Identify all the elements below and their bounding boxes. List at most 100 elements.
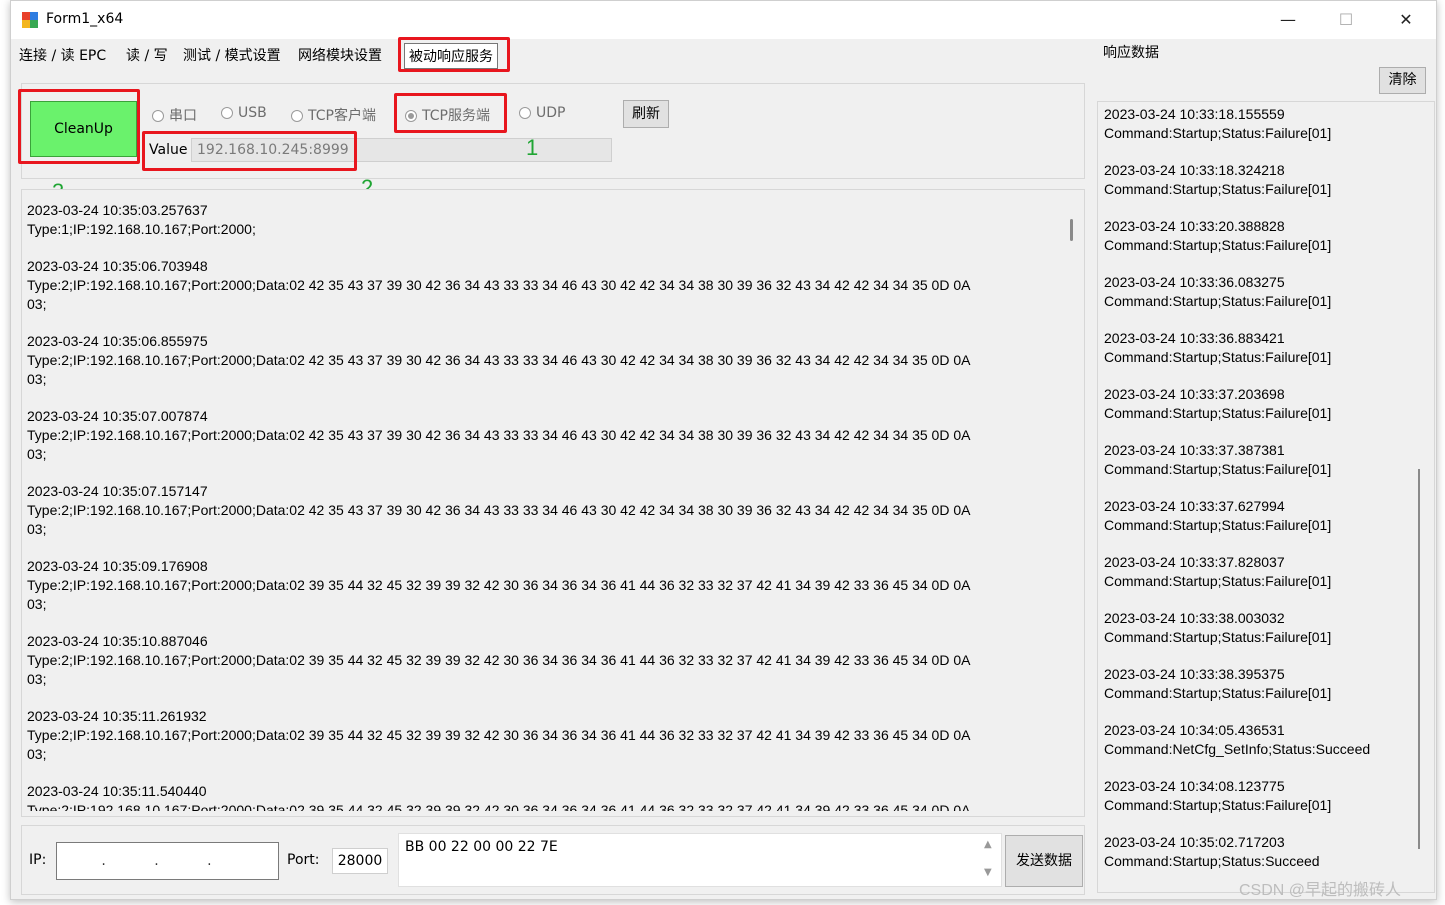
main-window: Form1_x64 — ☐ ✕ 连接 / 读 EPC 读 / 写 测试 / 模式… xyxy=(10,0,1437,900)
radio-dot-icon xyxy=(291,110,303,122)
radio-dot-icon xyxy=(152,110,164,122)
highlight-cleanup xyxy=(18,89,140,164)
response-item-text: Command:Startup;Status:Failure[01] xyxy=(1104,629,1332,645)
response-item: 2023-03-24 10:33:38.395375 Command:Startu… xyxy=(1104,665,1416,703)
radio-dot-icon xyxy=(519,107,531,119)
response-item: 2023-03-24 10:33:36.883421 Command:Startu… xyxy=(1104,329,1416,367)
log-entry-body: Type:2;IP:192.168.10.167;Port:2000;Data:… xyxy=(27,427,971,462)
response-item-text: Command:Startup;Status:Failure[01] xyxy=(1104,573,1332,589)
response-item: 2023-03-24 10:33:37.203698 Command:Startu… xyxy=(1104,385,1416,423)
log-entry: 2023-03-24 10:35:06.855975 Type:2;IP:192.… xyxy=(27,332,1062,389)
highlight-tcp-server xyxy=(394,93,507,133)
maximize-button[interactable]: ☐ xyxy=(1317,1,1375,39)
tab-read-write[interactable]: 读 / 写 xyxy=(126,45,168,65)
radio-dot-icon xyxy=(221,107,233,119)
response-item: 2023-03-24 10:35:02.717203 Command:Startu… xyxy=(1104,833,1416,871)
response-scrollbar-thumb[interactable] xyxy=(1418,469,1420,849)
log-entry-body: Type:2;IP:192.168.10.167;Port:2000;Data:… xyxy=(27,802,971,811)
response-item-time: 2023-03-24 10:33:37.387381 xyxy=(1104,442,1285,458)
radio-tcp-client[interactable]: TCP客户端 xyxy=(291,105,376,125)
response-item: 2023-03-24 10:33:37.627994 Command:Startu… xyxy=(1104,497,1416,535)
log-entry-time: 2023-03-24 10:35:11.261932 xyxy=(27,708,207,724)
ip-input[interactable]: . . . xyxy=(56,842,279,880)
log-entry: 2023-03-24 10:35:10.887046 Type:2;IP:192.… xyxy=(27,632,1062,689)
response-item-time: 2023-03-24 10:33:36.083275 xyxy=(1104,274,1285,290)
send-button[interactable]: 发送数据 xyxy=(1005,835,1083,887)
response-item-time: 2023-03-24 10:34:08.123775 xyxy=(1104,778,1285,794)
response-item: 2023-03-24 10:34:05.436531 Command:NetCfg… xyxy=(1104,721,1416,759)
log-entry-time: 2023-03-24 10:35:07.157147 xyxy=(27,483,208,499)
log-entry: 2023-03-24 10:35:07.007874 Type:2;IP:192.… xyxy=(27,407,1062,464)
response-item-text: Command:Startup;Status:Failure[01] xyxy=(1104,461,1332,477)
response-item-time: 2023-03-24 10:33:36.883421 xyxy=(1104,330,1285,346)
log-entry-body: Type:2;IP:192.168.10.167;Port:2000;Data:… xyxy=(27,727,971,762)
title-bar: Form1_x64 — ☐ ✕ xyxy=(11,1,1436,39)
minimize-button[interactable]: — xyxy=(1259,1,1317,39)
response-item-time: 2023-03-24 10:34:05.436531 xyxy=(1104,722,1285,738)
log-entry-body: Type:2;IP:192.168.10.167;Port:2000;Data:… xyxy=(27,502,971,537)
response-item-time: 2023-03-24 10:33:37.828037 xyxy=(1104,554,1285,570)
log-entry-time: 2023-03-24 10:35:10.887046 xyxy=(27,633,208,649)
response-title: 响应数据 xyxy=(1103,45,1159,61)
response-item: 2023-03-24 10:34:08.123775 Command:Startu… xyxy=(1104,777,1416,815)
response-item: 2023-03-24 10:33:37.828037 Command:Startu… xyxy=(1104,553,1416,591)
response-item-text: Command:Startup;Status:Failure[01] xyxy=(1104,685,1332,701)
response-item: 2023-03-24 10:33:18.324218 Command:Startu… xyxy=(1104,161,1416,199)
response-item: 2023-03-24 10:33:36.083275 Command:Startu… xyxy=(1104,273,1416,311)
log-scrollbar-thumb[interactable] xyxy=(1070,219,1073,241)
log-entry: 2023-03-24 10:35:07.157147 Type:2;IP:192.… xyxy=(27,482,1062,539)
log-entry-time: 2023-03-24 10:35:11.540440 xyxy=(27,783,207,799)
log-entry-body: Type:2;IP:192.168.10.167;Port:2000;Data:… xyxy=(27,652,971,687)
app-icon xyxy=(22,12,38,28)
response-item: 2023-03-24 10:33:37.387381 Command:Startu… xyxy=(1104,441,1416,479)
ip-label: IP: xyxy=(29,852,47,868)
response-item-text: Command:Startup;Status:Failure[01] xyxy=(1104,797,1332,813)
port-input[interactable]: 28000 xyxy=(332,848,388,874)
response-item-text: Command:NetCfg_SetInfo;Status:Succeed xyxy=(1104,741,1371,757)
log-entry-body: Type:1;IP:192.168.10.167;Port:2000; xyxy=(27,221,256,237)
radio-usb[interactable]: USB xyxy=(221,105,267,121)
tab-connect-read-epc[interactable]: 连接 / 读 EPC xyxy=(19,45,106,65)
response-item-text: Command:Startup;Status:Failure[01] xyxy=(1104,237,1332,253)
response-list[interactable]: 2023-03-24 10:33:18.155559 Command:Startu… xyxy=(1104,105,1416,885)
response-item-text: Command:Startup;Status:Failure[01] xyxy=(1104,349,1332,365)
log-entry-body: Type:2;IP:192.168.10.167;Port:2000;Data:… xyxy=(27,352,971,387)
log-entry: 2023-03-24 10:35:09.176908 Type:2;IP:192.… xyxy=(27,557,1062,614)
response-item-time: 2023-03-24 10:33:37.203698 xyxy=(1104,386,1285,402)
response-item-time: 2023-03-24 10:33:38.003032 xyxy=(1104,610,1285,626)
response-item: 2023-03-24 10:33:20.388828 Command:Startu… xyxy=(1104,217,1416,255)
clear-button[interactable]: 清除 xyxy=(1379,67,1426,94)
response-item-time: 2023-03-24 10:33:37.627994 xyxy=(1104,498,1285,514)
response-item-time: 2023-03-24 10:33:18.324218 xyxy=(1104,162,1285,178)
response-item: 2023-03-24 10:33:18.155559 Command:Startu… xyxy=(1104,105,1416,143)
window-title: Form1_x64 xyxy=(46,11,124,27)
tab-test-mode[interactable]: 测试 / 模式设置 xyxy=(183,45,281,65)
log-entry: 2023-03-24 10:35:06.703948 Type:2;IP:192.… xyxy=(27,257,1062,314)
response-item-time: 2023-03-24 10:33:18.155559 xyxy=(1104,106,1285,122)
response-item-time: 2023-03-24 10:33:38.395375 xyxy=(1104,666,1285,682)
scroll-down-icon[interactable]: ▼ xyxy=(984,867,992,878)
response-item-text: Command:Startup;Status:Succeed xyxy=(1104,853,1320,869)
log-entry: 2023-03-24 10:35:03.257637 Type:1;IP:192.… xyxy=(27,201,1062,239)
log-list[interactable]: 2023-03-24 10:35:03.257637 Type:1;IP:192.… xyxy=(27,201,1062,811)
tab-network-module[interactable]: 网络模块设置 xyxy=(298,45,382,65)
log-entry: 2023-03-24 10:35:11.540440 Type:2;IP:192.… xyxy=(27,782,1062,811)
scroll-up-icon[interactable]: ▲ xyxy=(984,839,992,850)
log-entry: 2023-03-24 10:35:11.261932 Type:2;IP:192.… xyxy=(27,707,1062,764)
send-data-textarea[interactable]: BB 00 22 00 00 22 7E xyxy=(398,833,1002,887)
response-item-time: 2023-03-24 10:35:02.717203 xyxy=(1104,834,1285,850)
log-entry-time: 2023-03-24 10:35:06.855975 xyxy=(27,333,208,349)
response-item-time: 2023-03-24 10:33:20.388828 xyxy=(1104,218,1285,234)
response-item-text: Command:Startup;Status:Failure[01] xyxy=(1104,517,1332,533)
response-item-text: Command:Startup;Status:Failure[01] xyxy=(1104,405,1332,421)
port-label: Port: xyxy=(287,852,320,868)
radio-udp[interactable]: UDP xyxy=(519,105,565,121)
highlight-active-tab xyxy=(398,37,510,72)
radio-serial[interactable]: 串口 xyxy=(152,105,197,125)
refresh-button[interactable]: 刷新 xyxy=(623,100,669,128)
response-item: 2023-03-24 10:33:38.003032 Command:Startu… xyxy=(1104,609,1416,647)
response-item-text: Command:Startup;Status:Failure[01] xyxy=(1104,293,1332,309)
response-item-text: Command:Startup;Status:Failure[01] xyxy=(1104,125,1332,141)
close-button[interactable]: ✕ xyxy=(1377,1,1435,39)
log-entry-time: 2023-03-24 10:35:06.703948 xyxy=(27,258,208,274)
